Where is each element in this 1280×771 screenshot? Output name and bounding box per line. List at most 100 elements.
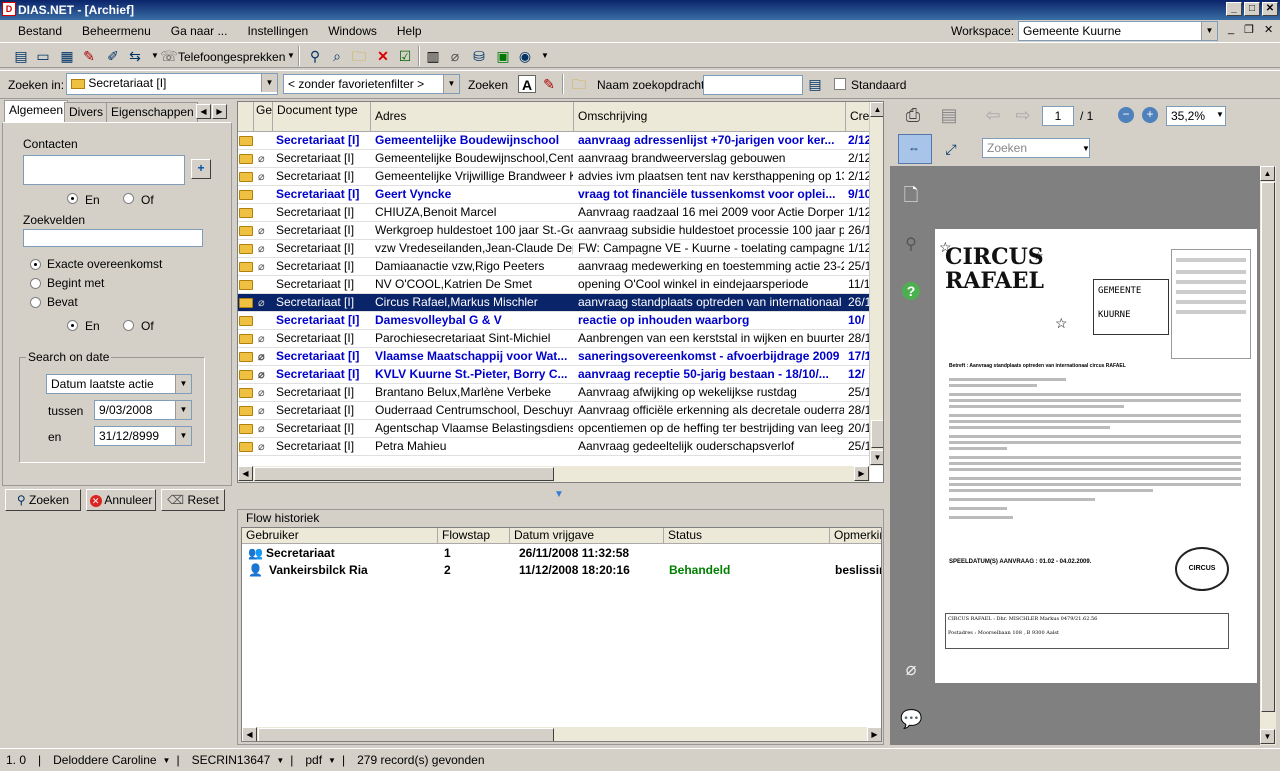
vertical-scroll-thumb[interactable] xyxy=(1261,182,1275,712)
search-doc-icon[interactable]: ⌕ xyxy=(328,47,346,65)
add-contact-button[interactable]: + xyxy=(191,159,211,179)
help-icon[interactable]: ? xyxy=(902,282,920,300)
binoculars-icon[interactable]: ⚲ xyxy=(902,236,920,254)
zoekvelden-en-radio[interactable] xyxy=(67,320,78,331)
table-row[interactable]: ⌀ Secretariaat [I] Parochiesecretariaat Si… xyxy=(238,330,870,348)
db-icon[interactable]: ⛁ xyxy=(470,47,488,65)
text-format-icon[interactable]: A xyxy=(518,75,536,93)
fit-page-icon[interactable]: ⤢ xyxy=(942,140,960,158)
chevron-down-icon[interactable]: ▼ xyxy=(1082,144,1090,153)
next-page-icon[interactable]: ⇨ xyxy=(1014,106,1032,124)
table-row[interactable]: ⌀ Secretariaat [I] Brantano Belux,Marlène … xyxy=(238,384,870,402)
splitter-arrow-icon[interactable]: ▼ xyxy=(554,489,564,500)
menu-beheermenu[interactable]: Beheermenu xyxy=(72,24,161,38)
fit-width-button[interactable]: ⇔ xyxy=(898,134,932,164)
menu-windows[interactable]: Windows xyxy=(318,24,387,38)
scroll-down-arrow-icon[interactable]: ▼ xyxy=(1260,729,1275,744)
mdi-restore-button[interactable]: ❐ xyxy=(1244,23,1254,36)
contacten-en-radio[interactable] xyxy=(67,193,78,204)
scroll-right-arrow-icon[interactable]: ▶ xyxy=(854,466,869,481)
attachment-icon[interactable]: ⌀ xyxy=(902,660,920,678)
cancel-button[interactable]: ✕ Annuleer xyxy=(86,489,156,511)
table-row[interactable]: ⌀ Secretariaat [I] Gemeentelijke Vrijwilli… xyxy=(238,168,870,186)
previous-page-icon[interactable]: ⇦ xyxy=(984,106,1002,124)
maximize-button[interactable]: □ xyxy=(1244,2,1260,16)
calendar-icon[interactable]: ▦ xyxy=(58,47,76,65)
open-folder-icon[interactable]: 🗀 xyxy=(350,47,368,65)
chevron-down-icon[interactable]: ▼ xyxy=(163,756,171,765)
contacten-input[interactable] xyxy=(23,155,185,185)
horizontal-scroll-thumb[interactable] xyxy=(254,467,554,481)
save-icon[interactable]: ▤ xyxy=(12,47,30,65)
scroll-up-arrow-icon[interactable]: ▲ xyxy=(1260,166,1275,181)
col-omschrijving[interactable]: Omschrijving xyxy=(574,102,846,132)
zoekvelden-input[interactable] xyxy=(23,229,203,247)
scroll-down-arrow-icon[interactable]: ▼ xyxy=(870,450,883,465)
zoeken-in-select[interactable]: Secretariaat [I] ▼ xyxy=(66,73,278,95)
flow-row[interactable]: 👤 Vankeirsbilck Ria 2 11/12/2008 18:20:1… xyxy=(242,562,881,579)
zoom-out-icon[interactable]: − xyxy=(1118,107,1134,123)
col-ge-dc[interactable]: Ge dc xyxy=(254,102,273,132)
mdi-minimize-button[interactable]: _ xyxy=(1228,23,1234,35)
table-row[interactable]: ⌀ Secretariaat [I] Gemeentelijke Boudewijn… xyxy=(238,150,870,168)
telefoongesprekken-label[interactable]: Telefoongesprekken xyxy=(178,50,285,64)
checklist-icon[interactable]: ☑ xyxy=(396,47,414,65)
menu-instellingen[interactable]: Instellingen xyxy=(237,24,318,38)
mdi-close-button[interactable]: ✕ xyxy=(1264,23,1273,36)
menu-ga-naar[interactable]: Ga naar ... xyxy=(161,24,238,38)
table-row[interactable]: ⌀ Secretariaat [I] Werkgroep huldestoet 10… xyxy=(238,222,870,240)
attachment-icon[interactable]: ⌀ xyxy=(446,47,464,65)
date-type-select[interactable]: Datum laatste actie ▼ xyxy=(46,374,192,394)
save-icon[interactable]: ▤ xyxy=(940,106,958,124)
scroll-left-arrow-icon[interactable]: ◀ xyxy=(238,466,253,481)
zoeken-button[interactable]: Zoeken xyxy=(468,78,508,92)
scroll-up-arrow-icon[interactable]: ▲ xyxy=(870,102,883,117)
flow-row[interactable]: 👥 Secretariaat 1 26/11/2008 11:32:58 xyxy=(242,545,881,562)
col-datum-vrijgave[interactable]: Datum vrijgave xyxy=(510,528,664,544)
exacte-radio[interactable] xyxy=(30,259,41,270)
contact-card-icon[interactable]: ▭ xyxy=(34,47,52,65)
eye-icon[interactable]: ◉ xyxy=(516,47,534,65)
col-opmerking[interactable]: Opmerkin xyxy=(830,528,881,544)
table-row[interactable]: ⌀ Secretariaat [I] Agentschap Vlaamse Bela… xyxy=(238,420,870,438)
minimize-button[interactable]: _ xyxy=(1226,2,1242,16)
standaard-checkbox[interactable] xyxy=(834,78,846,90)
chevron-down-icon[interactable]: ▼ xyxy=(536,47,554,65)
table-row[interactable]: ⌀ Secretariaat [I] vzw Vredeseilanden,Jean… xyxy=(238,240,870,258)
comments-icon[interactable]: 💬 xyxy=(900,710,922,728)
tussen-date-picker[interactable]: 9/03/2008 ▼ xyxy=(94,400,192,420)
viewer-search-input[interactable]: Zoeken xyxy=(982,138,1090,158)
status-code[interactable]: SECRIN13647 xyxy=(186,753,277,767)
viewer-vertical-scrollbar[interactable]: ▲ ▼ xyxy=(1260,166,1276,745)
binoculars-icon[interactable]: ⚲ xyxy=(306,47,324,65)
chevron-down-icon[interactable]: ▼ xyxy=(1216,110,1224,119)
task-icon[interactable]: ✎ xyxy=(540,75,558,93)
menu-bestand[interactable]: Bestand xyxy=(0,24,72,38)
table-row[interactable]: ⌀ Secretariaat [I] Circus Rafael,Markus Mi… xyxy=(238,294,870,312)
status-user[interactable]: Deloddere Caroline xyxy=(47,753,162,767)
tab-divers[interactable]: Divers xyxy=(64,102,109,122)
tab-scroll-left[interactable]: ◀ xyxy=(196,104,211,119)
excel-icon[interactable]: ▣ xyxy=(494,47,512,65)
table-row[interactable]: Secretariaat [I] NV O'COOL,Katrien De Sme… xyxy=(238,276,870,294)
flow-horizontal-scrollbar[interactable]: ◀ ▶ xyxy=(242,727,881,741)
print-icon[interactable]: ⎙ xyxy=(904,106,922,124)
table-row[interactable]: Secretariaat [I] Geert Vyncke vraag tot fi… xyxy=(238,186,870,204)
search-button[interactable]: ⚲ Zoeken xyxy=(5,489,81,511)
open-folder-icon[interactable]: 🗀 xyxy=(570,75,588,93)
delete-icon[interactable]: ✕ xyxy=(374,47,392,65)
zoom-in-icon[interactable]: + xyxy=(1142,107,1158,123)
save-icon[interactable]: ▤ xyxy=(806,75,824,93)
workspace-select[interactable]: Gemeente Kuurne ▼ xyxy=(1018,21,1218,41)
begint-radio[interactable] xyxy=(30,278,41,289)
pages-icon[interactable]: 🗋 xyxy=(902,186,920,204)
table-row[interactable]: ⌀ Secretariaat [I] KVLV Kuurne St.-Pieter,… xyxy=(238,366,870,384)
naam-zoekopdracht-input[interactable] xyxy=(703,75,803,95)
col-document-type[interactable]: Document type xyxy=(273,102,371,132)
route-icon[interactable]: ⇆ xyxy=(126,47,144,65)
reset-button[interactable]: ⌫ Reset xyxy=(161,489,225,511)
col-flowstap[interactable]: Flowstap xyxy=(438,528,510,544)
status-format[interactable]: pdf xyxy=(299,753,328,767)
edit-doc-icon[interactable]: ✐ xyxy=(104,47,122,65)
grid-vertical-scrollbar[interactable]: ▲ ▼ xyxy=(869,102,883,466)
